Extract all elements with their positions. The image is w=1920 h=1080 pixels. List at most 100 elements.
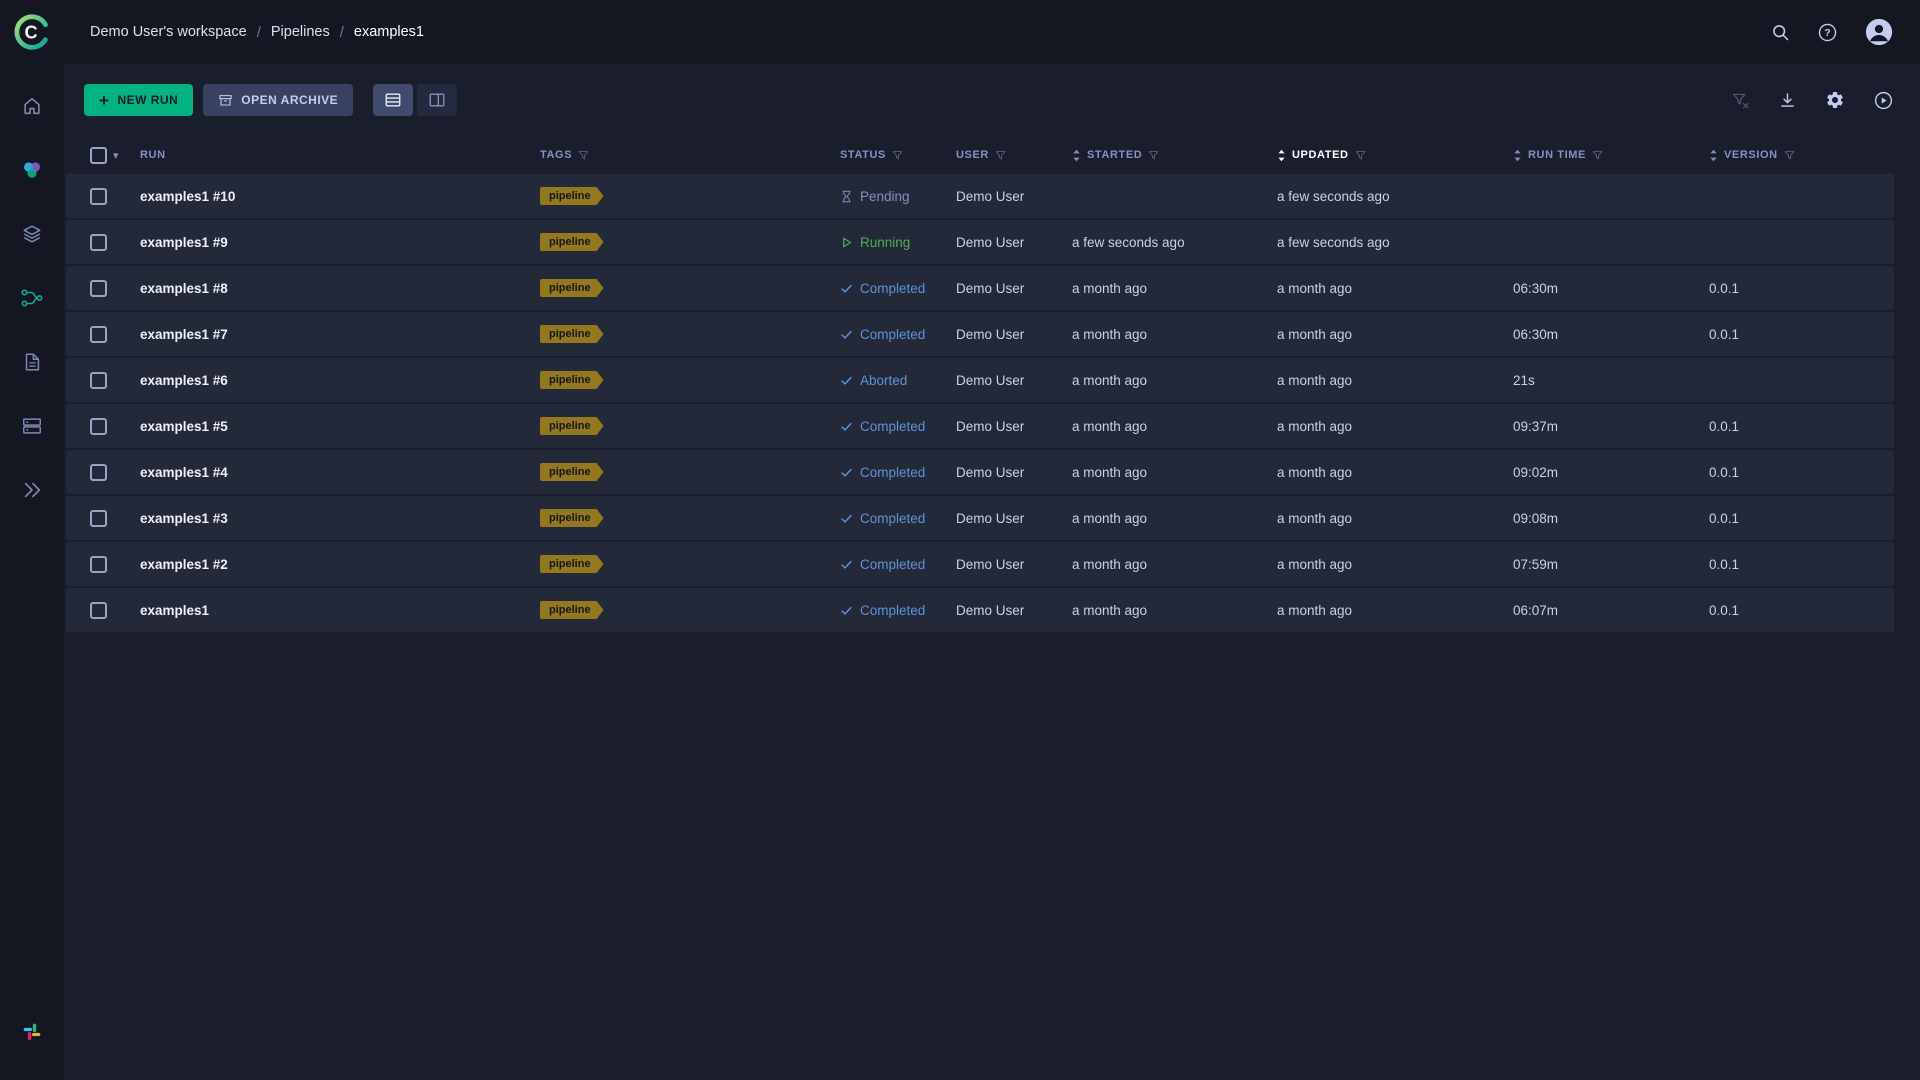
breadcrumb-item[interactable]: Pipelines	[271, 24, 330, 40]
sidebar-item-projects[interactable]	[0, 138, 64, 202]
tags-cell: pipeline	[540, 555, 840, 573]
run-name[interactable]: examples1 #4	[140, 465, 228, 480]
table-row[interactable]: examples1 #8pipelineCompletedDemo Usera …	[66, 266, 1894, 312]
clear-filters-icon[interactable]	[1731, 91, 1750, 110]
sort-icon[interactable]	[1709, 149, 1718, 162]
avatar[interactable]	[1864, 17, 1894, 47]
row-checkbox[interactable]	[90, 510, 107, 527]
sidebar-item-pipelines[interactable]	[0, 266, 64, 330]
run-name[interactable]: examples1 #9	[140, 235, 228, 250]
sidebar-item-datasets[interactable]	[0, 202, 64, 266]
sort-icon[interactable]	[1513, 149, 1522, 162]
download-icon[interactable]	[1778, 91, 1797, 110]
run-name[interactable]: examples1 #7	[140, 327, 228, 342]
column-header-started[interactable]: STARTED	[1072, 149, 1277, 162]
updated-cell: a month ago	[1277, 603, 1513, 618]
select-all-checkbox[interactable]	[90, 147, 107, 164]
row-checkbox[interactable]	[90, 280, 107, 297]
started-cell: a month ago	[1072, 603, 1277, 618]
column-header-run[interactable]: RUN	[140, 149, 540, 161]
settings-gear-icon[interactable]	[1825, 90, 1845, 110]
filter-funnel-icon[interactable]	[1592, 150, 1603, 161]
tag-pipeline[interactable]: pipeline	[540, 601, 604, 619]
sidebar-item-workers-queues[interactable]	[0, 394, 64, 458]
row-select-cell	[66, 556, 140, 573]
tag-pipeline[interactable]: pipeline	[540, 417, 604, 435]
row-checkbox[interactable]	[90, 418, 107, 435]
column-header-run_time[interactable]: RUN TIME	[1513, 149, 1709, 162]
column-header-version[interactable]: VERSION	[1709, 149, 1859, 162]
run-name[interactable]: examples1 #2	[140, 557, 228, 572]
check-icon	[840, 558, 853, 571]
run-name[interactable]: examples1 #8	[140, 281, 228, 296]
filter-funnel-icon[interactable]	[1355, 150, 1366, 161]
sidebar-item-reports[interactable]	[0, 330, 64, 394]
version-cell: 0.0.1	[1709, 557, 1859, 572]
row-checkbox[interactable]	[90, 372, 107, 389]
column-label: USER	[956, 149, 989, 161]
version-cell: 0.0.1	[1709, 511, 1859, 526]
row-checkbox[interactable]	[90, 326, 107, 343]
tags-cell: pipeline	[540, 233, 840, 251]
selection-menu-caret-icon[interactable]: ▾	[113, 149, 119, 162]
filter-funnel-icon[interactable]	[578, 150, 589, 161]
table-row[interactable]: examples1 #7pipelineCompletedDemo Usera …	[66, 312, 1894, 358]
table-row[interactable]: examples1 #9pipelineRunningDemo Usera fe…	[66, 220, 1894, 266]
column-header-status[interactable]: STATUS	[840, 149, 956, 161]
filter-funnel-icon[interactable]	[1784, 150, 1795, 161]
tag-pipeline[interactable]: pipeline	[540, 233, 604, 251]
run-name[interactable]: examples1	[140, 603, 209, 618]
reports-icon	[21, 351, 43, 373]
tag-pipeline[interactable]: pipeline	[540, 463, 604, 481]
filter-funnel-icon[interactable]	[892, 150, 903, 161]
tag-pipeline[interactable]: pipeline	[540, 187, 604, 205]
clearml-logo[interactable]: C	[0, 0, 64, 64]
svg-text:?: ?	[1824, 27, 1830, 39]
filter-funnel-icon[interactable]	[995, 150, 1006, 161]
split-view-toggle[interactable]	[417, 84, 457, 116]
tag-pipeline[interactable]: pipeline	[540, 371, 604, 389]
table-row[interactable]: examples1 #5pipelineCompletedDemo Usera …	[66, 404, 1894, 450]
sidebar-item-home[interactable]	[0, 74, 64, 138]
search-icon[interactable]	[1770, 22, 1791, 43]
tag-pipeline[interactable]: pipeline	[540, 325, 604, 343]
row-checkbox[interactable]	[90, 602, 107, 619]
column-header-user[interactable]: USER	[956, 149, 1072, 161]
run-preview-icon[interactable]	[1873, 90, 1894, 111]
tag-pipeline[interactable]: pipeline	[540, 555, 604, 573]
table-row[interactable]: examples1 #10pipelinePendingDemo Usera f…	[66, 174, 1894, 220]
open-archive-button[interactable]: OPEN ARCHIVE	[203, 84, 353, 116]
table-row[interactable]: examples1 #2pipelineCompletedDemo Usera …	[66, 542, 1894, 588]
help-icon[interactable]: ?	[1817, 22, 1838, 43]
table-row[interactable]: examples1 #3pipelineCompletedDemo Usera …	[66, 496, 1894, 542]
status-cell: Completed	[840, 511, 956, 526]
sidebar-item-slack[interactable]	[0, 1000, 64, 1064]
row-checkbox[interactable]	[90, 234, 107, 251]
column-header-updated[interactable]: UPDATED	[1277, 149, 1513, 162]
column-header-tags[interactable]: TAGS	[540, 149, 840, 161]
run-name[interactable]: examples1 #6	[140, 373, 228, 388]
breadcrumb-item[interactable]: examples1	[354, 24, 424, 40]
user-cell-text: Demo User	[956, 281, 1024, 296]
table-view-toggle[interactable]	[373, 84, 413, 116]
table-row[interactable]: examples1 #6pipelineAbortedDemo Usera mo…	[66, 358, 1894, 404]
updated-cell: a month ago	[1277, 373, 1513, 388]
tag-pipeline[interactable]: pipeline	[540, 509, 604, 527]
row-checkbox[interactable]	[90, 556, 107, 573]
new-run-button[interactable]: + NEW RUN	[84, 84, 193, 116]
archive-icon	[218, 93, 233, 108]
tag-pipeline[interactable]: pipeline	[540, 279, 604, 297]
sort-icon[interactable]	[1072, 149, 1081, 162]
run-name[interactable]: examples1 #5	[140, 419, 228, 434]
run-name[interactable]: examples1 #10	[140, 189, 235, 204]
sidebar-item-applications[interactable]	[0, 458, 64, 522]
row-checkbox[interactable]	[90, 188, 107, 205]
select-all-cell: ▾	[66, 147, 140, 164]
run-name[interactable]: examples1 #3	[140, 511, 228, 526]
table-row[interactable]: examples1 #4pipelineCompletedDemo Usera …	[66, 450, 1894, 496]
sort-icon[interactable]	[1277, 149, 1286, 162]
row-checkbox[interactable]	[90, 464, 107, 481]
filter-funnel-icon[interactable]	[1148, 150, 1159, 161]
table-row[interactable]: examples1pipelineCompletedDemo Usera mon…	[66, 588, 1894, 634]
breadcrumb-item[interactable]: Demo User's workspace	[90, 24, 247, 40]
